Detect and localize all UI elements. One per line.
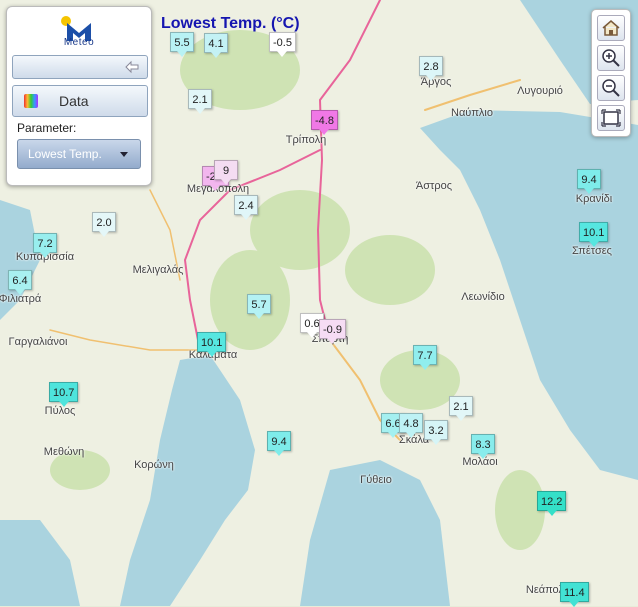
- place-label: Μελιγαλάς: [132, 264, 184, 276]
- place-label: Λεωνίδιο: [461, 291, 505, 303]
- zoom-in-icon: [602, 49, 620, 67]
- data-button-label: Data: [59, 93, 89, 109]
- control-panel: Meteo Data Parameter: Lowest Temp.: [6, 6, 152, 186]
- temperature-marker[interactable]: 11.4: [560, 582, 589, 607]
- temperature-marker[interactable]: 10.1: [579, 222, 609, 247]
- place-label: Γαργαλιάνοι: [8, 336, 68, 348]
- temperature-marker[interactable]: 7.7: [413, 345, 437, 370]
- place-label: Μεθώνη: [43, 446, 85, 458]
- color-scale-icon: [24, 94, 38, 108]
- zoom-out-button[interactable]: [597, 75, 625, 101]
- zoom-in-button[interactable]: [597, 45, 625, 71]
- temperature-marker[interactable]: 9.4: [577, 169, 601, 194]
- temperature-marker[interactable]: 2.1: [449, 396, 473, 421]
- temperature-marker[interactable]: 7.2: [33, 233, 57, 258]
- data-button[interactable]: Data: [12, 85, 148, 117]
- home-button[interactable]: [597, 15, 625, 41]
- place-label: Άστρος: [415, 180, 453, 192]
- parameter-select-value: Lowest Temp.: [28, 147, 102, 161]
- temperature-marker[interactable]: 4.1: [204, 33, 228, 58]
- place-label: Κορώνη: [134, 459, 174, 471]
- temperature-marker[interactable]: 2.8: [419, 56, 443, 81]
- arrow-left-icon: [125, 60, 139, 74]
- chevron-down-icon: [120, 152, 128, 157]
- place-label: Κρανίδι: [575, 193, 613, 205]
- place-label: Τρίπολη: [285, 134, 327, 146]
- temperature-marker[interactable]: -0.5: [269, 32, 296, 57]
- place-label: Γύθειο: [360, 474, 392, 486]
- temperature-marker[interactable]: 9.4: [267, 431, 291, 456]
- place-label: Λυγουριό: [517, 85, 563, 97]
- temperature-marker[interactable]: -4.8: [311, 110, 338, 135]
- temperature-marker[interactable]: 12.2: [537, 491, 567, 516]
- panel-collapse-button[interactable]: [12, 55, 148, 79]
- temperature-marker[interactable]: 2.0: [92, 212, 116, 237]
- full-extent-button[interactable]: [597, 105, 625, 131]
- map-toolbar: [591, 9, 631, 137]
- place-label: Ναύπλιο: [451, 107, 493, 119]
- full-extent-icon: [601, 109, 621, 127]
- home-icon: [602, 20, 620, 36]
- temperature-marker[interactable]: 5.7: [247, 294, 271, 319]
- temperature-marker[interactable]: 2.4: [234, 195, 258, 220]
- temperature-marker[interactable]: 10.1: [197, 332, 227, 357]
- temperature-marker[interactable]: 5.5: [170, 32, 194, 57]
- parameter-label: Parameter:: [17, 121, 77, 135]
- parameter-select[interactable]: Lowest Temp.: [17, 139, 141, 169]
- temperature-marker[interactable]: 6.4: [8, 270, 32, 295]
- temperature-marker[interactable]: 8.3: [471, 434, 495, 459]
- temperature-marker[interactable]: -0.9: [319, 319, 346, 344]
- temperature-marker[interactable]: 9: [214, 160, 238, 185]
- temperature-marker[interactable]: 2.1: [188, 89, 212, 114]
- map-title: Lowest Temp. (°C): [161, 15, 300, 32]
- temperature-marker[interactable]: 4.8: [399, 413, 423, 438]
- temperature-marker[interactable]: 3.2: [424, 420, 448, 445]
- logo-text: Meteo: [63, 37, 95, 48]
- temperature-marker[interactable]: 10.7: [49, 382, 79, 407]
- zoom-out-icon: [602, 79, 620, 97]
